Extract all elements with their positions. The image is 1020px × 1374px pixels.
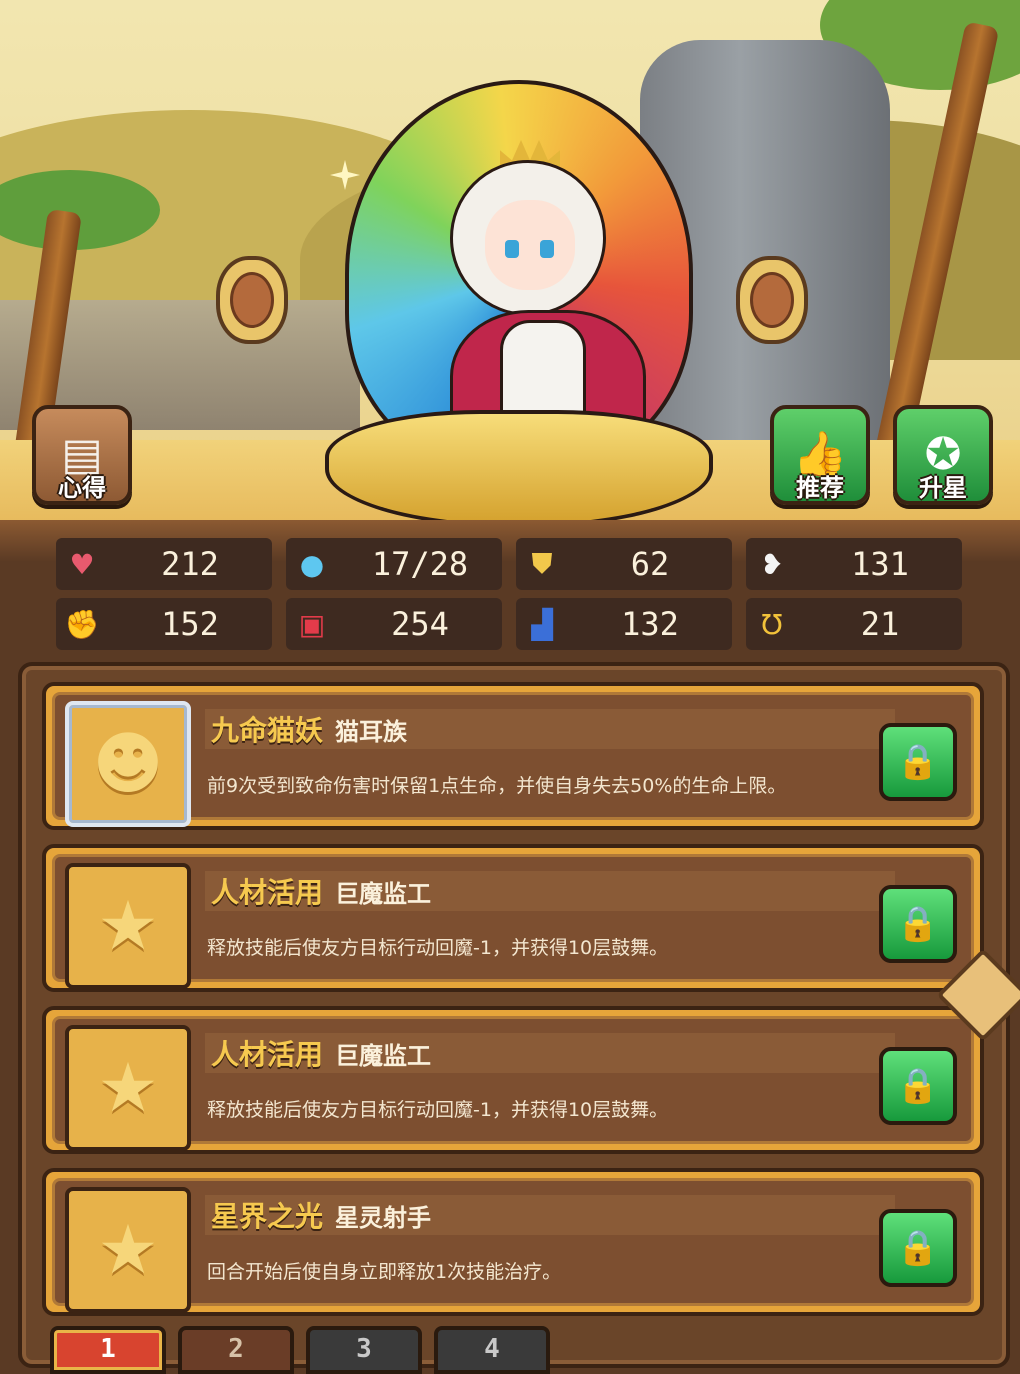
stat-attack: ✊ 152: [56, 598, 272, 650]
wing-icon: ❥: [760, 547, 784, 581]
eye: [505, 240, 519, 258]
skill-card[interactable]: ★ 人材活用 巨魔监工 释放技能后使友方目标行动回魔-1，并获得10层鼓舞。 🔒: [42, 844, 984, 992]
skill-card-inner: ★ 人材活用 巨魔监工 释放技能后使友方目标行动回魔-1，并获得10层鼓舞。 🔒: [52, 1016, 974, 1151]
skill-title-bar: 人材活用 巨魔监工: [205, 1033, 895, 1073]
skill-title-bar: 人材活用 巨魔监工: [205, 871, 895, 911]
upstar-button-label: 升星: [919, 474, 967, 502]
skill-card[interactable]: ☻ 九命猫妖 猫耳族 前9次受到致命伤害时保留1点生命，并使自身失去50%的生命…: [42, 682, 984, 830]
stat-value: 21: [860, 605, 900, 643]
cat-face-icon: ☻: [65, 701, 191, 827]
lock-icon: 🔒: [896, 742, 940, 782]
skill-description: 回合开始后使自身立即释放1次技能治疗。: [207, 1261, 562, 1283]
skill-card[interactable]: ★ 人材活用 巨魔监工 释放技能后使友方目标行动回魔-1，并获得10层鼓舞。 🔒: [42, 1006, 984, 1154]
star-icon: ★: [65, 863, 191, 989]
stat-value: 212: [161, 545, 219, 583]
skill-tag: 星灵射手: [335, 1203, 432, 1232]
stat-value: 62: [630, 545, 670, 583]
skill-name: 人材活用: [211, 876, 324, 909]
skill-title-bar: 星界之光 星灵射手: [205, 1195, 895, 1235]
stat-luck: Ʊ 21: [746, 598, 962, 650]
stat-value: 17/28: [371, 545, 469, 583]
skill-name: 星界之光: [211, 1200, 324, 1233]
recommend-button-label: 推荐: [796, 474, 844, 502]
prev-arrow-icon[interactable]: [216, 256, 288, 344]
spellbook-icon: ▣: [298, 607, 326, 641]
fist-icon: ✊: [64, 607, 100, 641]
stat-value: 254: [391, 605, 449, 643]
skill-description: 前9次受到致命伤害时保留1点生命，并使自身失去50%的生命上限。: [207, 775, 787, 797]
upstar-button[interactable]: ✪ 升星: [893, 405, 993, 505]
page-tab-1[interactable]: 1: [50, 1326, 166, 1374]
lock-button[interactable]: 🔒: [879, 723, 957, 801]
notes-button[interactable]: ▤ 心得: [32, 405, 132, 505]
shell-base: [325, 410, 713, 528]
stat-value: 131: [851, 545, 909, 583]
page-tab-4[interactable]: 4: [434, 1326, 550, 1374]
hero-shell-throne[interactable]: [305, 80, 725, 528]
lock-button[interactable]: 🔒: [879, 1047, 957, 1125]
boot-icon: ▟: [531, 607, 553, 641]
skill-tag: 巨魔监工: [335, 1041, 432, 1070]
skill-name: 九命猫妖: [211, 714, 324, 747]
stat-magic: ▣ 254: [286, 598, 502, 650]
face: [485, 200, 575, 290]
water-drop-icon: ●: [299, 547, 325, 581]
shield-icon: ⛊: [531, 547, 553, 580]
skill-tag: 巨魔监工: [335, 879, 432, 908]
recommend-button[interactable]: 👍 推荐: [770, 405, 870, 505]
lock-button[interactable]: 🔒: [879, 885, 957, 963]
eye: [540, 240, 554, 258]
stat-defense: ⛊ 62: [516, 538, 732, 590]
skill-tag: 猫耳族: [335, 717, 408, 746]
lock-icon: 🔒: [896, 1066, 940, 1106]
stat-speed: ❥ 131: [746, 538, 962, 590]
lock-icon: 🔒: [896, 904, 940, 944]
star-icon: ★: [65, 1187, 191, 1313]
lock-button[interactable]: 🔒: [879, 1209, 957, 1287]
skill-title-bar: 九命猫妖 猫耳族: [205, 709, 895, 749]
stat-value: 132: [621, 605, 679, 643]
skill-name: 人材活用: [211, 1038, 324, 1071]
stats-panel: ♥ 212 ● 17/28 ⛊ 62 ❥ 131 ✊ 152 ▣ 254 ▟ 1…: [0, 520, 1020, 660]
next-arrow-icon[interactable]: [736, 256, 808, 344]
horseshoe-icon: Ʊ: [761, 607, 783, 641]
stat-hp: ♥ 212: [56, 538, 272, 590]
skill-card-inner: ★ 人材活用 巨魔监工 释放技能后使友方目标行动回魔-1，并获得10层鼓舞。 🔒: [52, 854, 974, 989]
heart-icon: ♥: [69, 547, 95, 581]
skill-card[interactable]: ★ 星界之光 星灵射手 回合开始后使自身立即释放1次技能治疗。 🔒: [42, 1168, 984, 1316]
page-tab-3[interactable]: 3: [306, 1326, 422, 1374]
skill-description: 释放技能后使友方目标行动回魔-1，并获得10层鼓舞。: [207, 937, 669, 959]
skill-description: 释放技能后使友方目标行动回魔-1，并获得10层鼓舞。: [207, 1099, 669, 1121]
star-icon: ★: [65, 1025, 191, 1151]
hero-character: [430, 120, 646, 476]
stat-agility: ▟ 132: [516, 598, 732, 650]
lock-icon: 🔒: [896, 1228, 940, 1268]
skill-card-inner: ☻ 九命猫妖 猫耳族 前9次受到致命伤害时保留1点生命，并使自身失去50%的生命…: [52, 692, 974, 827]
stat-value: 152: [161, 605, 219, 643]
character-scene: ▤ 心得 👍 推荐 ✪ 升星: [0, 0, 1020, 530]
page-tab-2[interactable]: 2: [178, 1326, 294, 1374]
skill-card-inner: ★ 星界之光 星灵射手 回合开始后使自身立即释放1次技能治疗。 🔒: [52, 1178, 974, 1313]
stat-mana: ● 17/28: [286, 538, 502, 590]
notes-button-label: 心得: [58, 474, 106, 502]
